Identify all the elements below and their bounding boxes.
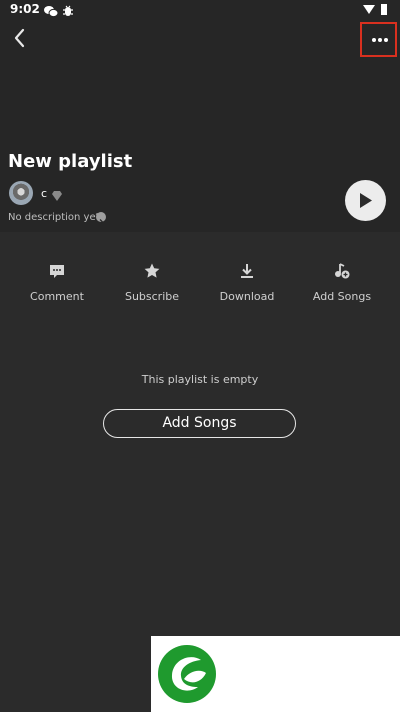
download-icon [241,264,253,278]
subscribe-label: Subscribe [124,290,180,303]
playlist-description[interactable]: No description yet [8,212,100,223]
user-name[interactable]: c [41,187,47,200]
comment-button[interactable]: Comment [12,262,102,303]
play-icon [360,193,372,208]
wechat-icon [44,3,59,22]
status-time: 9:02 [10,2,40,16]
playlist-title: New playlist [8,151,133,172]
comment-label: Comment [30,290,84,303]
play-all-button[interactable] [345,180,386,221]
add-music-icon [335,263,350,279]
add-songs-action-label: Add Songs [312,290,372,303]
diamond-icon [51,186,63,201]
battery-icon [381,4,387,15]
watermark-logo [151,636,400,712]
more-options-button[interactable] [360,22,397,57]
avatar[interactable] [9,181,33,205]
download-button[interactable]: Download [202,262,292,303]
wifi-icon [363,5,375,14]
empty-playlist-message: This playlist is empty [141,373,259,386]
star-icon [144,263,160,278]
back-button[interactable] [8,26,32,50]
add-songs-action-button[interactable]: Add Songs [297,262,387,303]
chevron-right-circle-icon [96,212,106,225]
download-label: Download [219,290,275,303]
add-songs-button[interactable]: Add Songs [103,409,296,438]
leaf-logo-icon [158,645,216,703]
comment-icon [50,265,64,278]
chevron-left-icon [14,28,25,48]
subscribe-button[interactable]: Subscribe [107,262,197,303]
bug-icon [62,3,74,22]
status-bar: 9:02 [0,0,400,22]
